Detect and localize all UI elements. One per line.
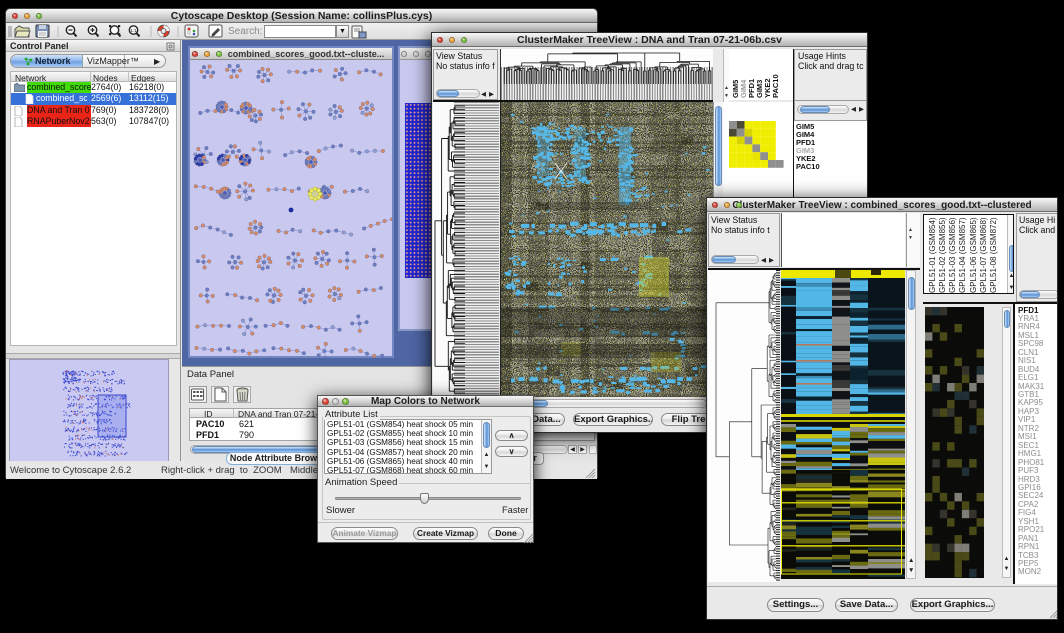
svg-text:1:1: 1:1: [130, 28, 137, 33]
